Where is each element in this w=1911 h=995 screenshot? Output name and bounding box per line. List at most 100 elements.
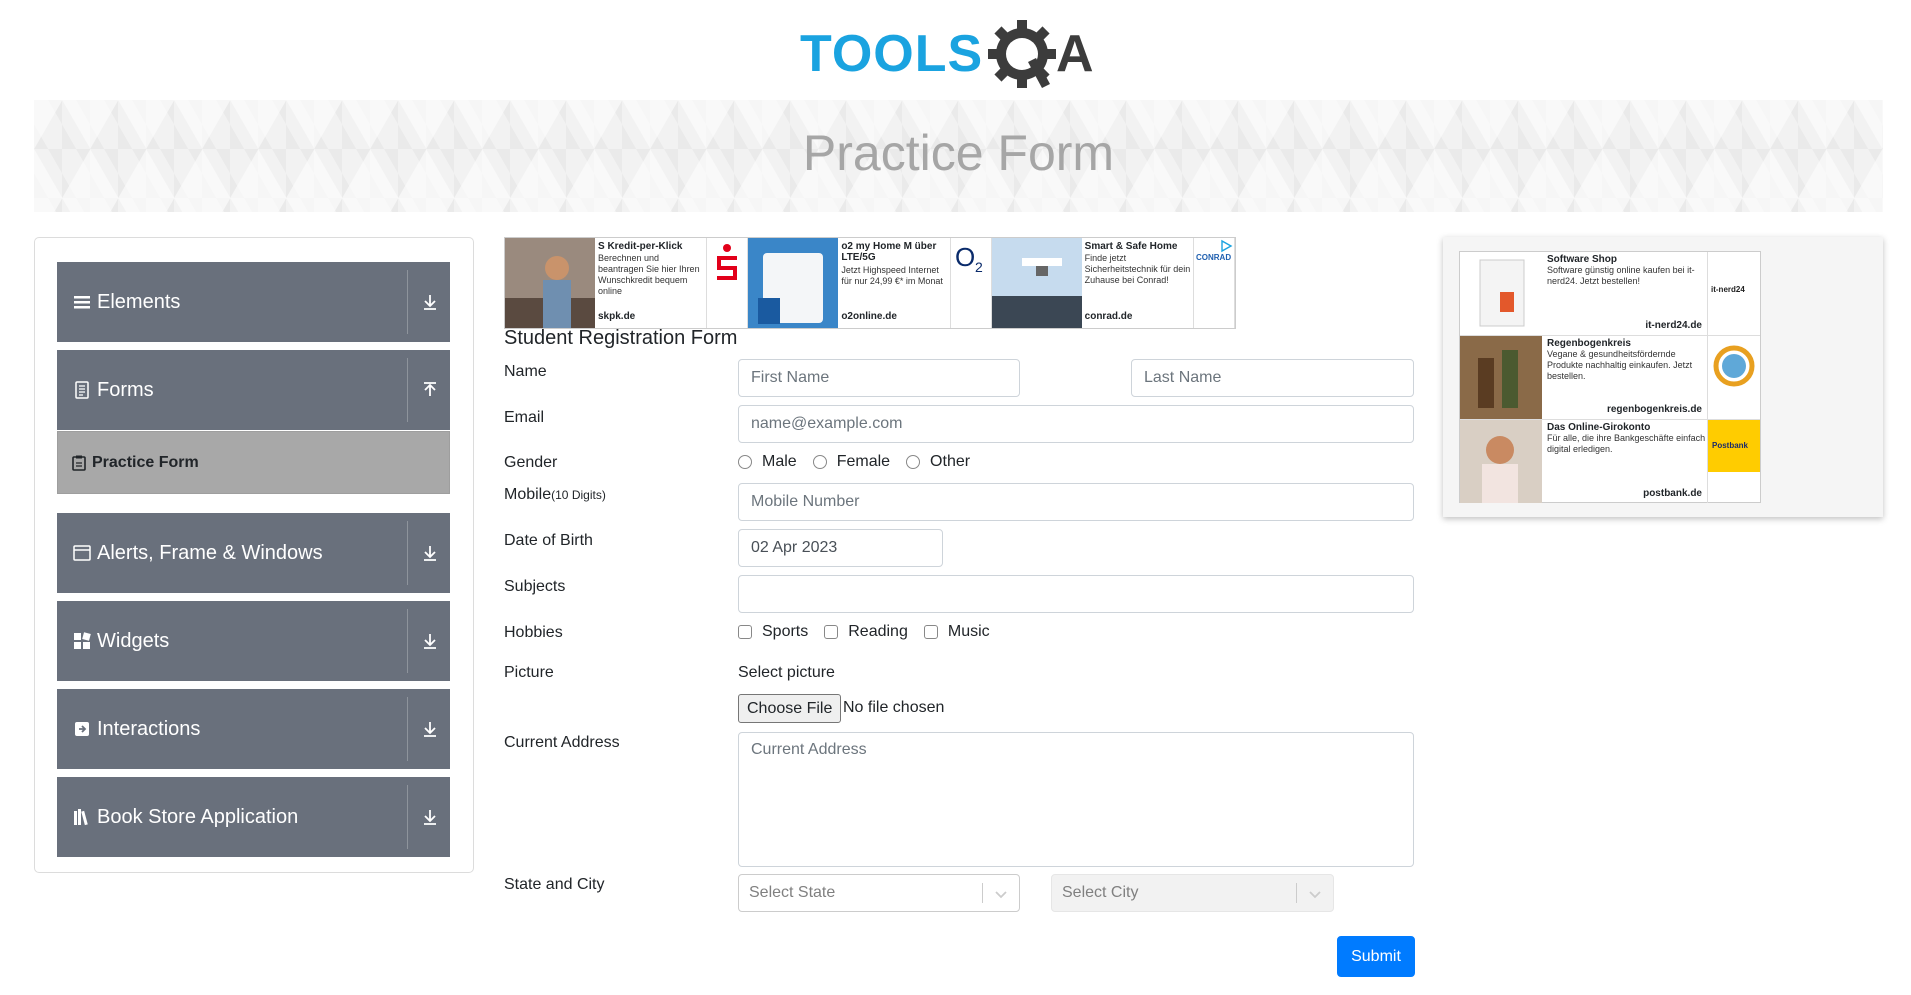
sidebar-item-practice-form[interactable]: Practice Form bbox=[57, 431, 450, 494]
ad-item[interactable]: o2 my Home M über LTE/5G Jetzt Highspeed… bbox=[748, 238, 992, 328]
file-status: No file chosen bbox=[843, 699, 945, 716]
o2-logo-icon: O2 bbox=[949, 238, 991, 328]
divider bbox=[407, 270, 408, 334]
books-icon bbox=[74, 809, 88, 826]
ad-title: Das Online-Girokonto bbox=[1547, 422, 1651, 433]
svg-text:Postbank: Postbank bbox=[1712, 441, 1749, 450]
mobile-label: Mobile(10 Digits) bbox=[504, 486, 606, 504]
mobile-label-text: Mobile bbox=[504, 486, 552, 503]
radio-button[interactable] bbox=[738, 455, 752, 469]
chevron-down-icon[interactable] bbox=[1307, 886, 1323, 902]
upload-arrow-icon[interactable] bbox=[418, 378, 442, 402]
divider bbox=[982, 883, 983, 903]
sidebar: Elements Forms Practice Form Alerts, Fra… bbox=[34, 237, 474, 873]
svg-text:O: O bbox=[955, 242, 975, 272]
name-label: Name bbox=[504, 363, 547, 380]
ad-image bbox=[991, 238, 1082, 328]
sidebar-group-widgets[interactable]: Widgets bbox=[57, 601, 450, 681]
mobile-input[interactable] bbox=[738, 483, 1414, 521]
gender-option-label: Female bbox=[836, 453, 891, 470]
gender-option-female[interactable]: Female bbox=[812, 453, 891, 471]
gender-label: Gender bbox=[504, 454, 558, 471]
svg-text:it-nerd24: it-nerd24 bbox=[1711, 285, 1745, 294]
download-arrow-icon[interactable] bbox=[418, 629, 442, 653]
ad-domain: regenbogenkreis.de bbox=[1606, 404, 1702, 415]
ad-item[interactable]: Das Online-Girokonto Für alle, die ihre … bbox=[1460, 420, 1760, 503]
checkbox[interactable] bbox=[923, 625, 938, 639]
checkbox[interactable] bbox=[738, 625, 752, 639]
widgets-icon bbox=[74, 632, 91, 649]
hobby-option-sports[interactable]: Sports bbox=[738, 623, 808, 641]
ad-image bbox=[1460, 420, 1542, 503]
choose-file-button[interactable]: Choose File bbox=[738, 694, 842, 723]
download-arrow-icon[interactable] bbox=[418, 290, 442, 314]
mobile-hint: (10 Digits) bbox=[551, 488, 606, 502]
gender-option-other[interactable]: Other bbox=[906, 453, 970, 471]
sidebar-group-interactions[interactable]: Interactions bbox=[57, 689, 450, 769]
radio-button[interactable] bbox=[812, 455, 827, 469]
date-of-birth-input[interactable] bbox=[738, 529, 943, 567]
ad-body: Berechnen und beantragen Sie hier Ihren … bbox=[598, 253, 700, 296]
sidebar-group-alerts[interactable]: Alerts, Frame & Windows bbox=[57, 513, 450, 593]
hobby-option-music[interactable]: Music bbox=[923, 623, 990, 641]
ad-domain: postbank.de bbox=[1643, 488, 1702, 499]
toolsqa-logo[interactable]: TOOLS A bbox=[800, 16, 1130, 94]
ad-container[interactable]: Software Shop Software günstig online ka… bbox=[1459, 251, 1761, 503]
dob-label: Date of Birth bbox=[504, 532, 593, 549]
ad-banner-side[interactable]: Software Shop Software günstig online ka… bbox=[1443, 237, 1883, 517]
ad-body: Finde jetzt Sicherheitstechnik für dein … bbox=[1084, 253, 1191, 285]
city-select-placeholder: Select City bbox=[1062, 884, 1139, 901]
sidebar-item-label: Practice Form bbox=[92, 453, 199, 471]
chevron-down-icon[interactable] bbox=[993, 886, 1009, 902]
it-nerd24-logo-icon: it-nerd24 bbox=[1707, 252, 1760, 335]
svg-text:A: A bbox=[1056, 25, 1094, 83]
divider bbox=[407, 785, 408, 849]
ad-title: Software Shop bbox=[1547, 254, 1618, 265]
sidebar-group-label: Interactions bbox=[97, 717, 201, 740]
ad-item[interactable]: Smart & Safe Home Finde jetzt Sicherheit… bbox=[991, 238, 1235, 328]
radio-button[interactable] bbox=[906, 455, 921, 469]
email-label: Email bbox=[504, 409, 545, 426]
regenbogenkreis-logo-icon bbox=[1707, 336, 1760, 419]
first-name-input[interactable] bbox=[738, 359, 1020, 397]
state-select[interactable]: Select State bbox=[738, 874, 1020, 912]
submit-button[interactable]: Submit bbox=[1337, 936, 1415, 977]
download-arrow-icon[interactable] bbox=[418, 805, 442, 829]
divider bbox=[1296, 883, 1297, 903]
ad-choices-icon[interactable] bbox=[1219, 239, 1233, 253]
email-input[interactable] bbox=[738, 405, 1414, 443]
ad-item[interactable]: S Kredit-per-Klick Berechnen und beantra… bbox=[505, 238, 749, 328]
svg-text:TOOLS: TOOLS bbox=[800, 25, 983, 83]
ad-title: S Kredit-per-Klick bbox=[598, 241, 683, 252]
last-name-input[interactable] bbox=[1131, 359, 1414, 397]
sidebar-group-forms[interactable]: Forms bbox=[57, 350, 450, 430]
ad-item[interactable]: Software Shop Software günstig online ka… bbox=[1460, 252, 1760, 336]
ad-domain: o2online.de bbox=[841, 311, 897, 322]
ad-domain: skpk.de bbox=[598, 311, 636, 322]
divider bbox=[407, 358, 408, 422]
sparkasse-logo-icon bbox=[706, 238, 748, 328]
divider bbox=[407, 521, 408, 585]
current-address-textarea[interactable]: Current Address bbox=[738, 732, 1414, 867]
picture-label: Picture bbox=[504, 664, 554, 681]
sidebar-group-book-store[interactable]: Book Store Application bbox=[57, 777, 450, 857]
sidebar-group-elements[interactable]: Elements bbox=[57, 262, 450, 342]
ad-title: Smart & Safe Home bbox=[1084, 241, 1178, 252]
download-arrow-icon[interactable] bbox=[418, 541, 442, 565]
subjects-label: Subjects bbox=[504, 578, 566, 595]
interactions-icon bbox=[75, 722, 89, 736]
download-arrow-icon[interactable] bbox=[418, 717, 442, 741]
subjects-input[interactable] bbox=[738, 575, 1414, 613]
svg-text:CONRAD: CONRAD bbox=[1196, 253, 1231, 262]
state-select-placeholder: Select State bbox=[749, 884, 836, 901]
city-select[interactable]: Select City bbox=[1051, 874, 1334, 912]
select-picture-label: Select picture bbox=[738, 664, 835, 681]
list-icon bbox=[74, 296, 90, 309]
gender-option-male[interactable]: Male bbox=[738, 453, 797, 471]
checkbox[interactable] bbox=[824, 625, 839, 639]
ad-item[interactable]: Regenbogenkreis Vegane & gesundheitsförd… bbox=[1460, 336, 1760, 420]
window-icon bbox=[73, 545, 91, 561]
divider bbox=[407, 609, 408, 673]
hobby-option-reading[interactable]: Reading bbox=[824, 623, 908, 641]
ad-banner-top[interactable]: S Kredit-per-Klick Berechnen und beantra… bbox=[504, 237, 1236, 329]
